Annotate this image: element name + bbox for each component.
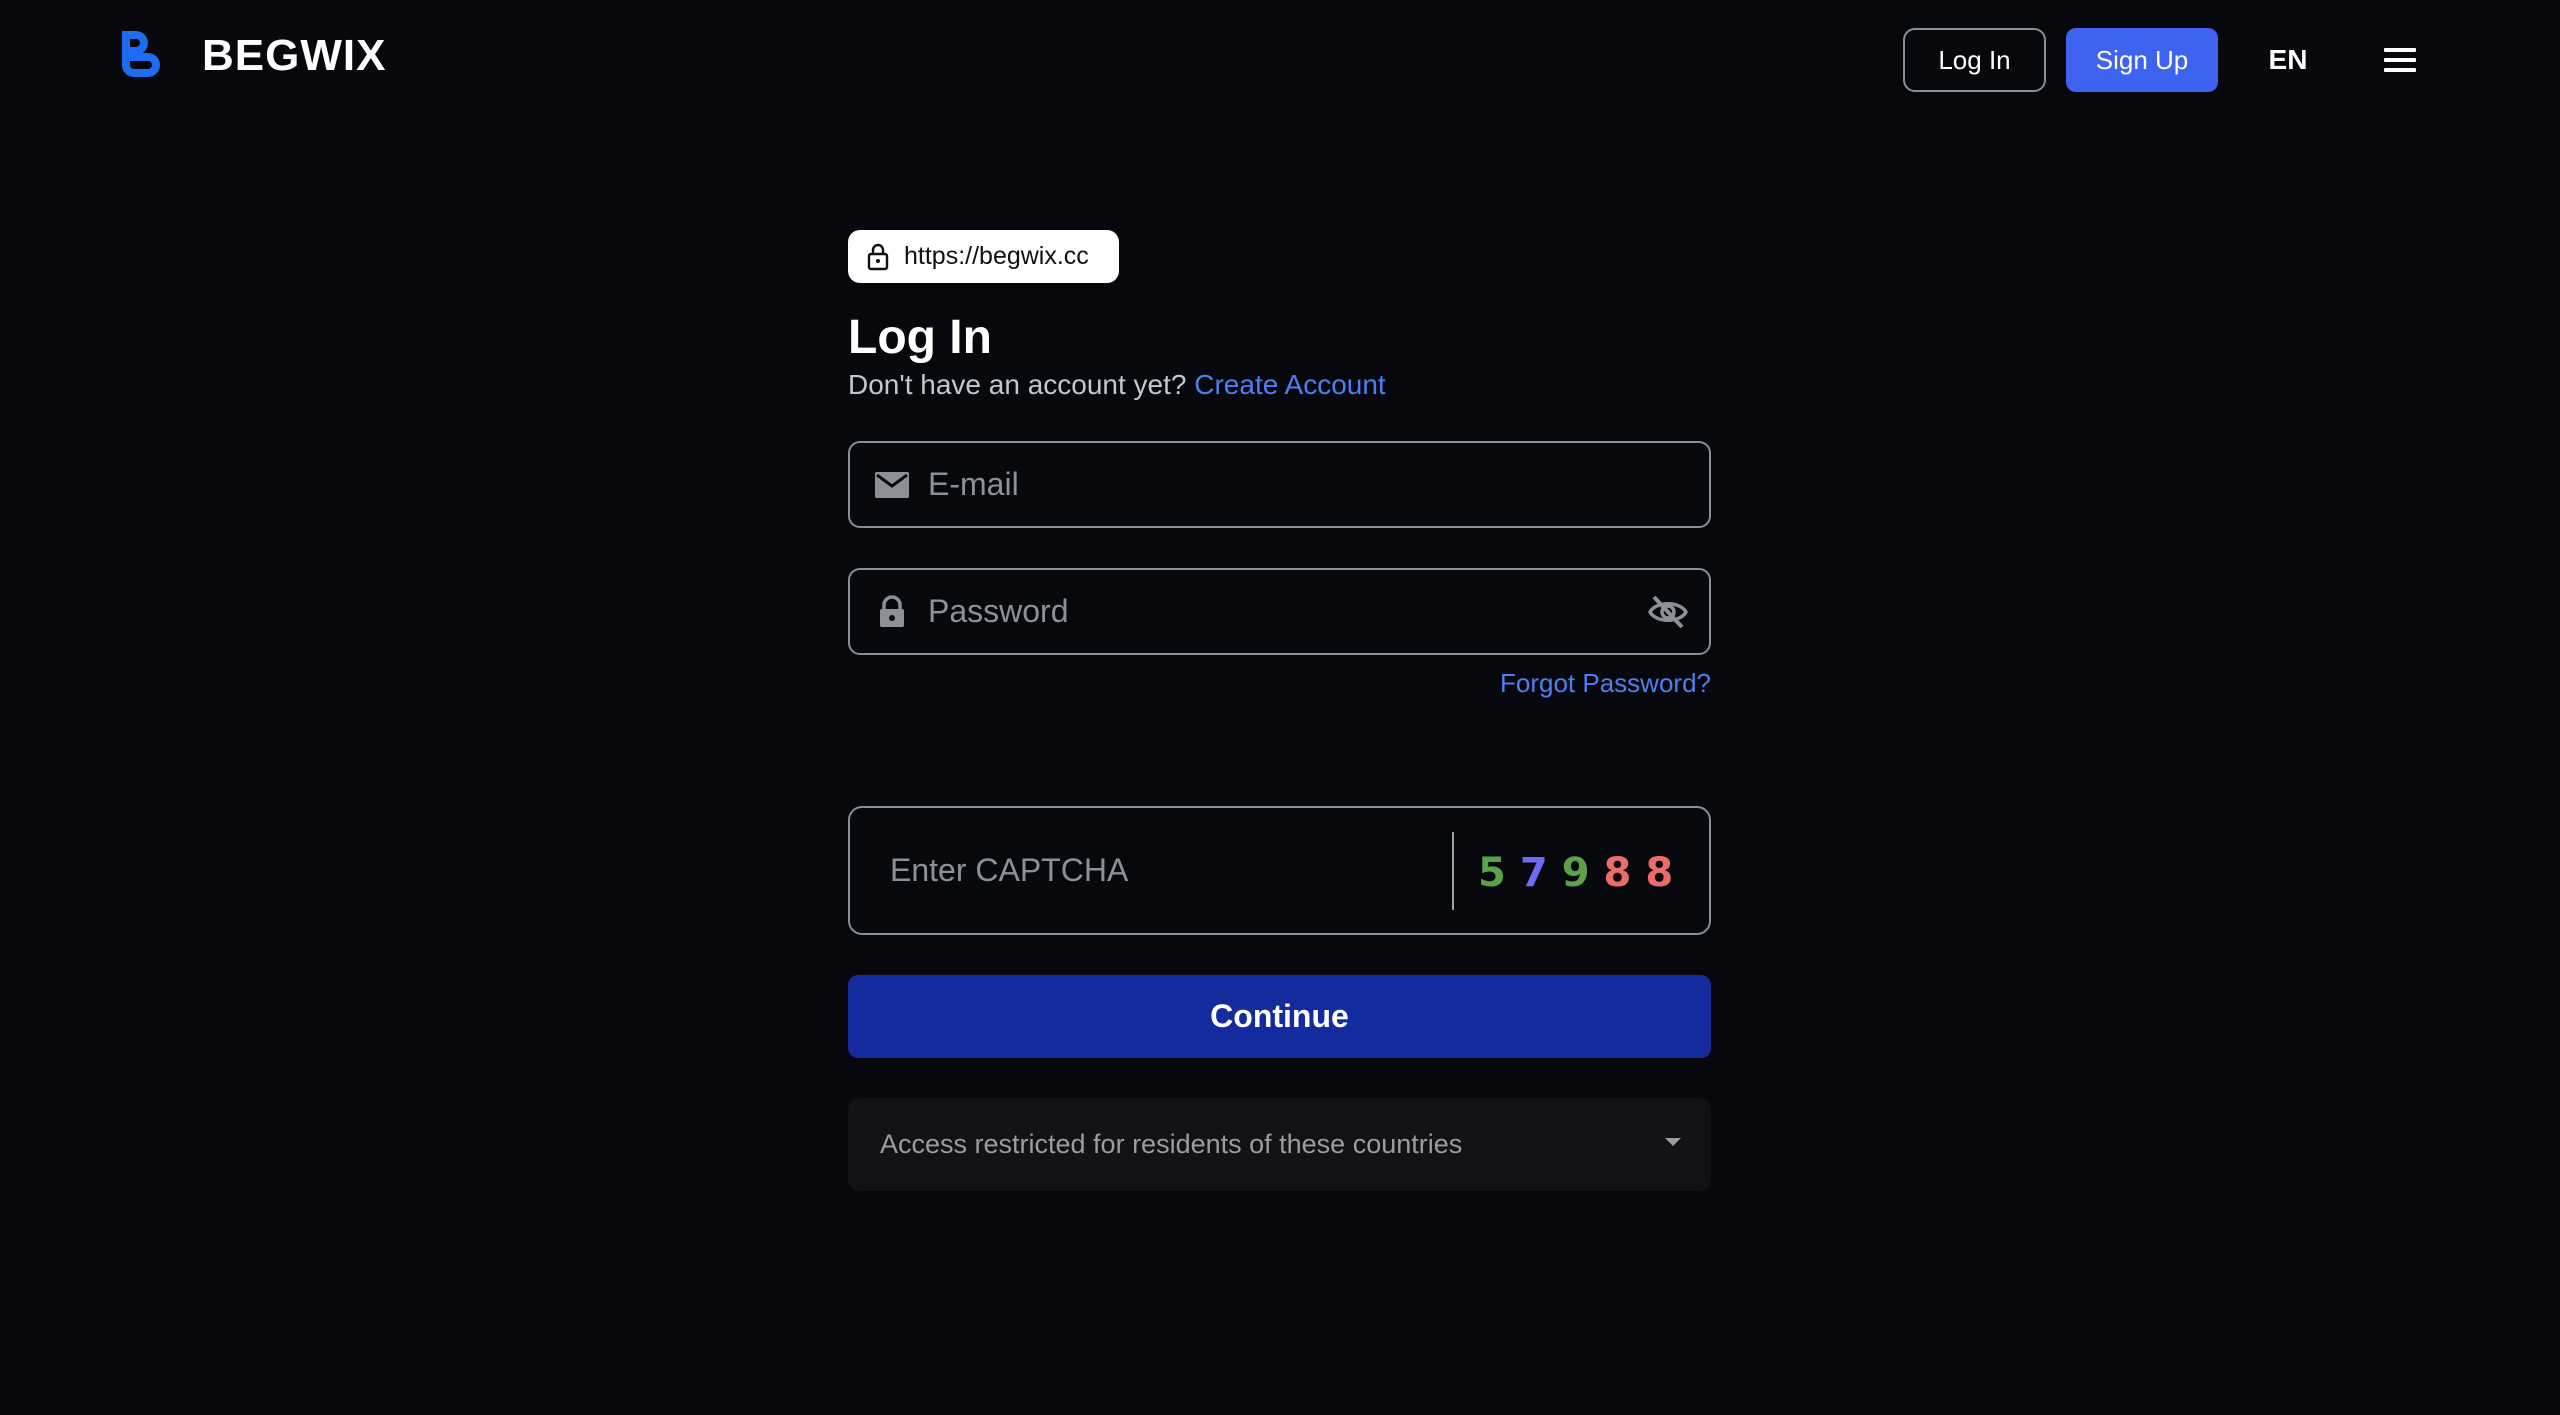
brand-logo-icon xyxy=(122,31,160,77)
captcha-digit: 7 xyxy=(1519,850,1548,896)
captcha-image[interactable]: 5 7 9 8 8 xyxy=(1478,838,1673,908)
language-selector[interactable]: EN xyxy=(2258,38,2318,82)
captcha-digit: 8 xyxy=(1645,850,1674,896)
signup-prompt: Don't have an account yet? Create Accoun… xyxy=(848,369,1386,401)
brand-name: BEGWIX xyxy=(202,31,387,80)
captcha-digit: 9 xyxy=(1561,850,1590,896)
brand-logo[interactable]: BEGWIX xyxy=(118,28,386,84)
captcha-input[interactable] xyxy=(890,808,1430,933)
restricted-countries-label: Access restricted for residents of these… xyxy=(880,1129,1463,1159)
mail-icon xyxy=(875,472,909,498)
continue-button[interactable]: Continue xyxy=(848,975,1711,1058)
header-signup-button[interactable]: Sign Up xyxy=(2066,28,2218,92)
hamburger-menu-icon[interactable] xyxy=(2380,40,2420,80)
page-title: Log In xyxy=(848,311,992,364)
secure-url-text: https://begwix.cc xyxy=(904,242,1089,270)
captcha-digit: 5 xyxy=(1478,850,1506,896)
lock-icon xyxy=(880,595,904,627)
lock-outline-icon xyxy=(867,243,889,270)
email-field[interactable] xyxy=(848,441,1711,528)
captcha-divider xyxy=(1452,832,1454,910)
restricted-countries-dropdown[interactable]: Access restricted for residents of these… xyxy=(848,1098,1711,1191)
eye-off-icon[interactable] xyxy=(1647,592,1689,632)
signup-prompt-text: Don't have an account yet? xyxy=(848,369,1187,400)
password-input[interactable] xyxy=(928,570,1628,653)
captcha-field[interactable]: 5 7 9 8 8 xyxy=(848,806,1711,935)
header-login-button[interactable]: Log In xyxy=(1903,28,2046,92)
create-account-link[interactable]: Create Account xyxy=(1194,369,1385,400)
forgot-password-link[interactable]: Forgot Password? xyxy=(1460,668,1711,699)
email-input[interactable] xyxy=(928,443,1628,526)
captcha-digit: 8 xyxy=(1603,850,1632,896)
caret-down-icon xyxy=(1665,1138,1681,1146)
password-field[interactable] xyxy=(848,568,1711,655)
secure-url-badge: https://begwix.cc xyxy=(848,230,1119,283)
top-navbar: BEGWIX Log In Sign Up EN xyxy=(0,0,2560,120)
